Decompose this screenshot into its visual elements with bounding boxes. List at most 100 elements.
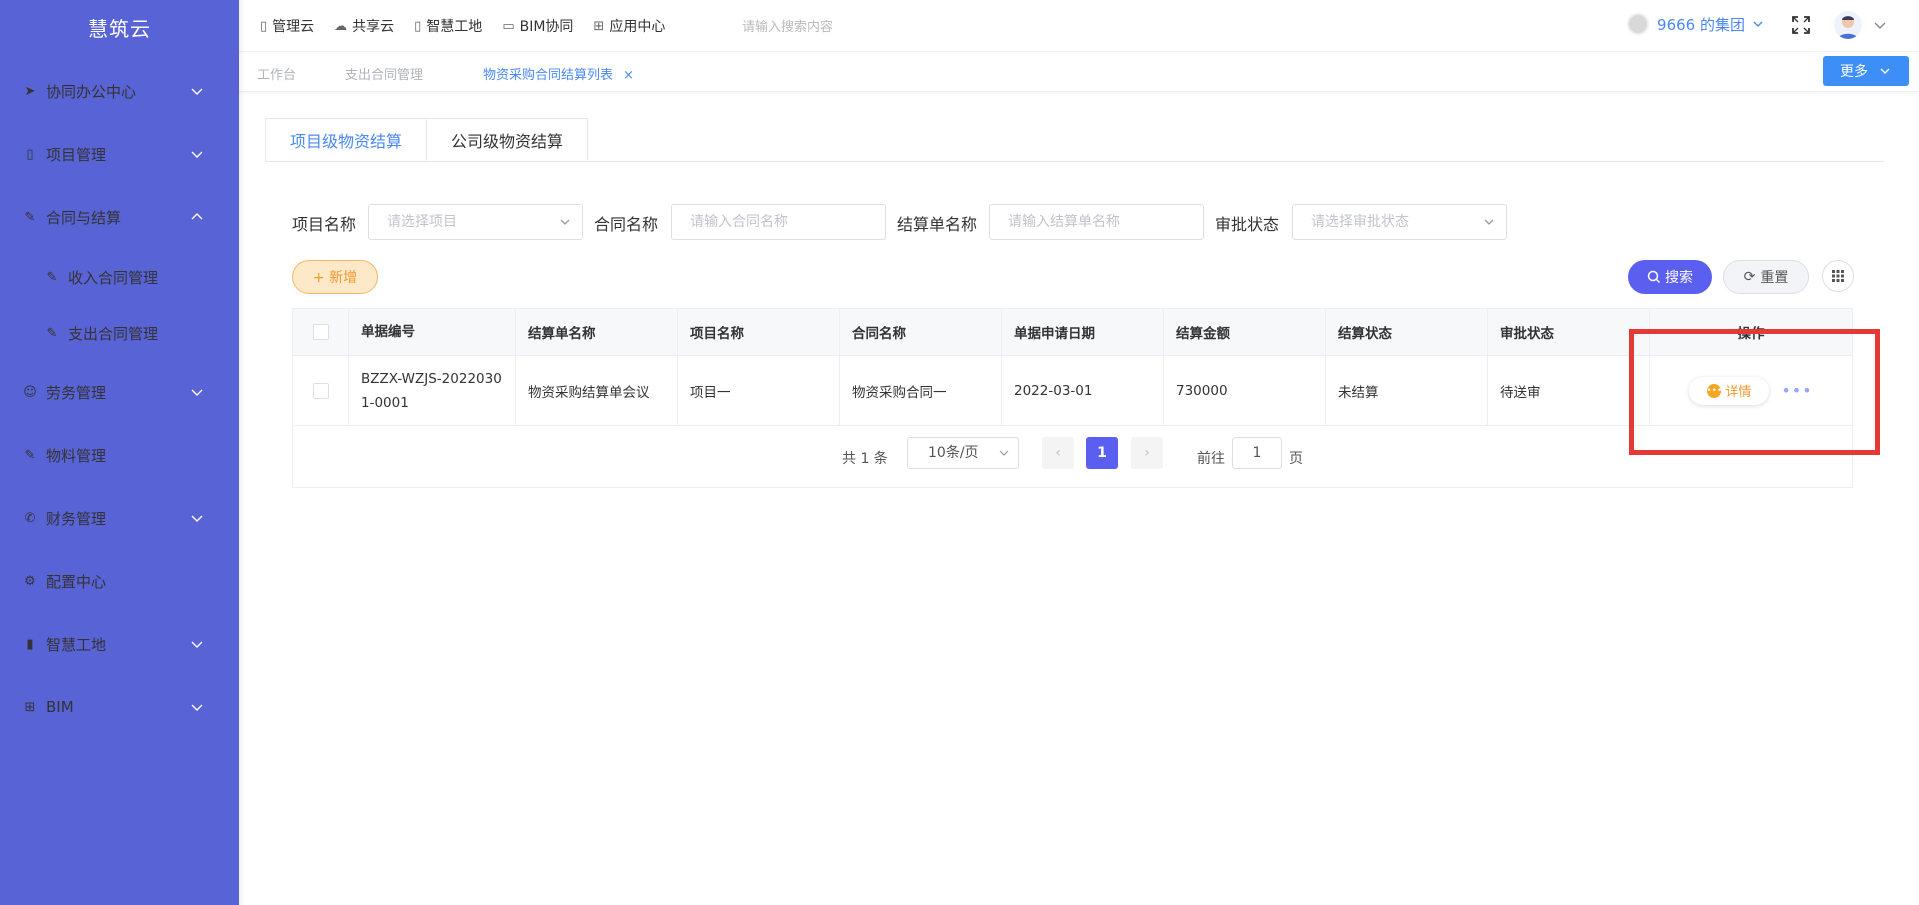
tab-workbench[interactable]: 工作台	[257, 64, 296, 83]
settlement-table: 单据编号 结算单名称 项目名称 合同名称 单据申请日期 结算金额 结算状态 审批…	[292, 308, 1853, 488]
select-all-checkbox[interactable]	[312, 324, 329, 340]
page-size-select[interactable]: 10条/页	[907, 437, 1019, 469]
sidebar-item[interactable]: ✎ 收入合同管理	[0, 257, 239, 297]
project-select[interactable]: 请选择项目	[368, 204, 583, 240]
chevron-down-icon	[1484, 219, 1494, 225]
topnav-zhihuigongdi[interactable]: ▯ 智慧工地	[414, 16, 482, 36]
cell-project: 项目一	[678, 356, 840, 425]
sidebar-item[interactable]: ➤ 协同办公中心	[0, 71, 239, 111]
table-header: 审批状态	[1488, 309, 1650, 355]
search-button[interactable]: 搜索	[1628, 260, 1712, 294]
sidebar-item-label: 物料管理	[46, 446, 107, 465]
reset-button[interactable]: ⟳ 重置	[1723, 260, 1809, 294]
refresh-icon: ⟳	[1743, 269, 1756, 285]
goto-unit: 页	[1289, 451, 1303, 467]
chevron-down-icon	[1880, 68, 1890, 74]
cloud-icon: ☁	[334, 18, 348, 34]
tab-settlement-list[interactable]: 物资采购合同结算列表 ×	[483, 64, 634, 83]
send-icon: ➤	[24, 83, 36, 99]
total-count: 共 1 条	[842, 451, 888, 467]
users-icon: ☺	[23, 384, 37, 400]
table-row: BZZX-WZJS-20220301-0001 物资采购结算单会议 项目一 物资…	[293, 356, 1852, 426]
sidebar-item[interactable]: ✎ 合同与结算	[0, 197, 239, 237]
edit-icon: ✎	[24, 209, 36, 225]
table-header-row: 单据编号 结算单名称 项目名称 合同名称 单据申请日期 结算金额 结算状态 审批…	[293, 309, 1852, 356]
global-search-input[interactable]: 请输入搜索内容	[742, 16, 833, 35]
approval-status-select[interactable]: 请选择审批状态	[1292, 204, 1507, 240]
column-settings-button[interactable]	[1822, 260, 1854, 292]
page-tab-strip: 工作台 支出合同管理 物资采购合同结算列表 × 更多	[239, 52, 1919, 92]
row-checkbox[interactable]	[312, 382, 329, 399]
page-button-1[interactable]: 1	[1086, 437, 1118, 469]
topnav-bim[interactable]: ▭ BIM协同	[502, 16, 573, 36]
edit-icon: ✎	[46, 269, 58, 285]
goto-label: 前往	[1197, 451, 1225, 467]
chevron-down-icon	[999, 450, 1009, 456]
more-button[interactable]: 更多	[1823, 56, 1909, 86]
chevron-down-icon	[191, 88, 203, 95]
add-button[interactable]: + 新增	[292, 260, 378, 294]
contract-name-input[interactable]: 请输入合同名称	[671, 204, 886, 240]
top-nav: ▯ 管理云 ☁ 共享云 ▯ 智慧工地 ▭ BIM协同 ⊞ 应用中心	[260, 0, 685, 52]
sidebar-item[interactable]: ✎ 物料管理	[0, 435, 239, 475]
cell-settle-status: 未结算	[1326, 356, 1488, 425]
table-header: 合同名称	[840, 309, 1002, 355]
grid-icon: ⊞	[24, 699, 36, 715]
tab-expense-contract[interactable]: 支出合同管理	[345, 64, 423, 83]
table-header: 结算状态	[1326, 309, 1488, 355]
chevron-down-icon	[191, 389, 203, 396]
topnav-guanliyun[interactable]: ▯ 管理云	[260, 16, 314, 36]
cell-doc-no: BZZX-WZJS-20220301-0001	[349, 356, 516, 425]
row-select-cell	[293, 356, 349, 425]
topnav-apps[interactable]: ⊞ 应用中心	[593, 16, 665, 36]
book-icon: ▯	[26, 146, 34, 162]
cell-date: 2022-03-01	[1002, 356, 1164, 425]
chevron-down-icon	[560, 219, 570, 225]
org-switcher[interactable]: 9666 的集团	[1627, 13, 1765, 35]
edit-icon: ✎	[46, 325, 58, 341]
table-header: 项目名称	[678, 309, 840, 355]
sidebar-item-label: 配置中心	[46, 572, 107, 591]
sidebar-item-label: 财务管理	[46, 509, 107, 528]
cell-approval-status: 待送审	[1488, 356, 1650, 425]
sidebar-item[interactable]: ▯ 项目管理	[0, 134, 239, 174]
prev-page-button[interactable]: ‹	[1042, 437, 1074, 469]
chevron-down-icon[interactable]	[1872, 17, 1888, 33]
table-header: 结算金额	[1164, 309, 1326, 355]
avatar[interactable]	[1834, 11, 1862, 39]
chevron-up-icon	[191, 213, 203, 220]
brand-logo: 慧筑云	[88, 17, 151, 41]
chevron-down-icon	[191, 704, 203, 711]
sidebar-item[interactable]: ✎ 支出合同管理	[0, 313, 239, 353]
tabs-divider	[265, 161, 1884, 162]
topnav-gongxiangyun[interactable]: ☁ 共享云	[334, 16, 394, 36]
next-page-button[interactable]: ›	[1131, 437, 1163, 469]
contract-filter-label: 合同名称	[594, 215, 659, 234]
wallet-icon: ▭	[502, 18, 515, 34]
sidebar-item[interactable]: ✆ 财务管理	[0, 498, 239, 538]
bar-chart-icon: ▮	[26, 636, 34, 652]
sidebar-item-label: 劳务管理	[46, 383, 107, 402]
sidebar-item[interactable]: ☺ 劳务管理	[0, 372, 239, 412]
fullscreen-icon[interactable]	[1790, 14, 1812, 36]
tab-project-settlement[interactable]: 项目级物资结算	[265, 118, 428, 162]
sidebar-item[interactable]: ⚙ 配置中心	[0, 561, 239, 601]
goto-page-input[interactable]: 1	[1232, 437, 1282, 469]
sidebar-item-label: BIM	[46, 698, 74, 716]
settle-name-input[interactable]: 请输入结算单名称	[989, 204, 1204, 240]
close-icon[interactable]: ×	[623, 68, 634, 83]
cell-amount: 730000	[1164, 356, 1326, 425]
sidebar-item[interactable]: ▮ 智慧工地	[0, 624, 239, 664]
content-tabs: 项目级物资结算 公司级物资结算	[265, 118, 589, 162]
sidebar-item[interactable]: ⊞ BIM	[0, 687, 239, 727]
user-avatar-icon	[1838, 16, 1858, 39]
sidebar-item-label: 支出合同管理	[68, 324, 159, 343]
grid-icon	[1832, 270, 1844, 282]
chevron-down-icon	[191, 641, 203, 648]
org-logo-icon	[1627, 13, 1650, 35]
table-header: 单据申请日期	[1002, 309, 1164, 355]
tab-company-settlement[interactable]: 公司级物资结算	[427, 118, 589, 162]
sidebar-shadow	[239, 0, 245, 905]
search-icon	[1647, 270, 1661, 284]
chevron-down-icon	[1753, 21, 1763, 27]
